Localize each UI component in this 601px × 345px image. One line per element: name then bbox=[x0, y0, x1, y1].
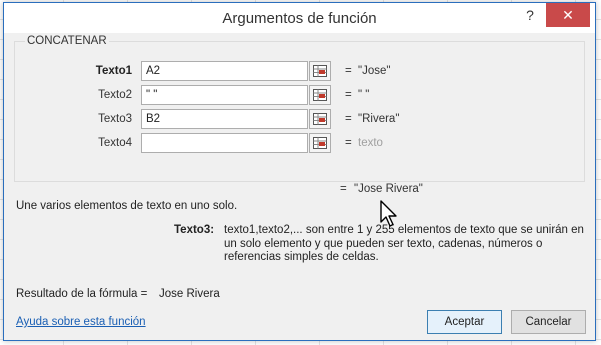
argument-result: "Rivera" bbox=[358, 113, 400, 125]
function-result: "Jose Rivera" bbox=[354, 183, 423, 195]
equals-sign: = bbox=[345, 113, 352, 125]
equals-sign: = bbox=[345, 137, 352, 149]
argument-label: Texto1 bbox=[95, 65, 132, 77]
argument-result: "Jose" bbox=[358, 65, 391, 77]
equals-sign: = bbox=[345, 65, 352, 77]
cancel-button[interactable]: Cancelar bbox=[511, 310, 586, 334]
close-button[interactable]: ✕ bbox=[546, 3, 590, 27]
argument-result: " " bbox=[358, 89, 370, 101]
argument-row-texto3: Texto3 = "Rivera" bbox=[15, 109, 584, 131]
formula-result-label: Resultado de la fórmula = bbox=[16, 288, 148, 300]
dialog-title: Argumentos de función bbox=[222, 10, 377, 27]
collapse-dialog-icon[interactable] bbox=[309, 133, 331, 153]
function-name: CONCATENAR bbox=[25, 35, 109, 47]
collapse-dialog-icon[interactable] bbox=[309, 85, 331, 105]
argument-label: Texto2 bbox=[98, 89, 132, 101]
mouse-cursor-icon bbox=[380, 200, 397, 227]
texto4-input[interactable] bbox=[141, 133, 308, 153]
title-bar[interactable]: Argumentos de función ? ✕ bbox=[4, 3, 595, 33]
texto3-input[interactable] bbox=[141, 109, 308, 129]
collapse-dialog-icon[interactable] bbox=[309, 61, 331, 81]
argument-label: Texto3 bbox=[98, 113, 132, 125]
argument-row-texto2: Texto2 = " " bbox=[15, 85, 584, 107]
function-result-equals: = bbox=[340, 183, 347, 195]
argument-row-texto4: Texto4 = texto bbox=[15, 133, 584, 155]
collapse-dialog-icon[interactable] bbox=[309, 109, 331, 129]
arguments-group: CONCATENAR Texto1 = "Jose" Texto2 = " " … bbox=[14, 35, 585, 182]
ok-button[interactable]: Aceptar bbox=[427, 310, 502, 334]
help-icon[interactable]: ? bbox=[517, 3, 543, 27]
parameter-name: Texto3: bbox=[174, 224, 215, 236]
argument-result: texto bbox=[358, 137, 383, 149]
equals-sign: = bbox=[345, 89, 352, 101]
formula-result-value: Jose Rivera bbox=[159, 288, 220, 300]
argument-label: Texto4 bbox=[98, 137, 132, 149]
function-arguments-dialog: Argumentos de función ? ✕ CONCATENAR Tex… bbox=[3, 2, 596, 341]
parameter-description: texto1,texto2,... son entre 1 y 255 elem… bbox=[224, 224, 584, 263]
argument-row-texto1: Texto1 = "Jose" bbox=[15, 61, 584, 83]
function-description: Une varios elementos de texto en uno sol… bbox=[16, 200, 238, 212]
texto2-input[interactable] bbox=[141, 85, 308, 105]
texto1-input[interactable] bbox=[141, 61, 308, 81]
help-link[interactable]: Ayuda sobre esta función bbox=[16, 316, 146, 328]
